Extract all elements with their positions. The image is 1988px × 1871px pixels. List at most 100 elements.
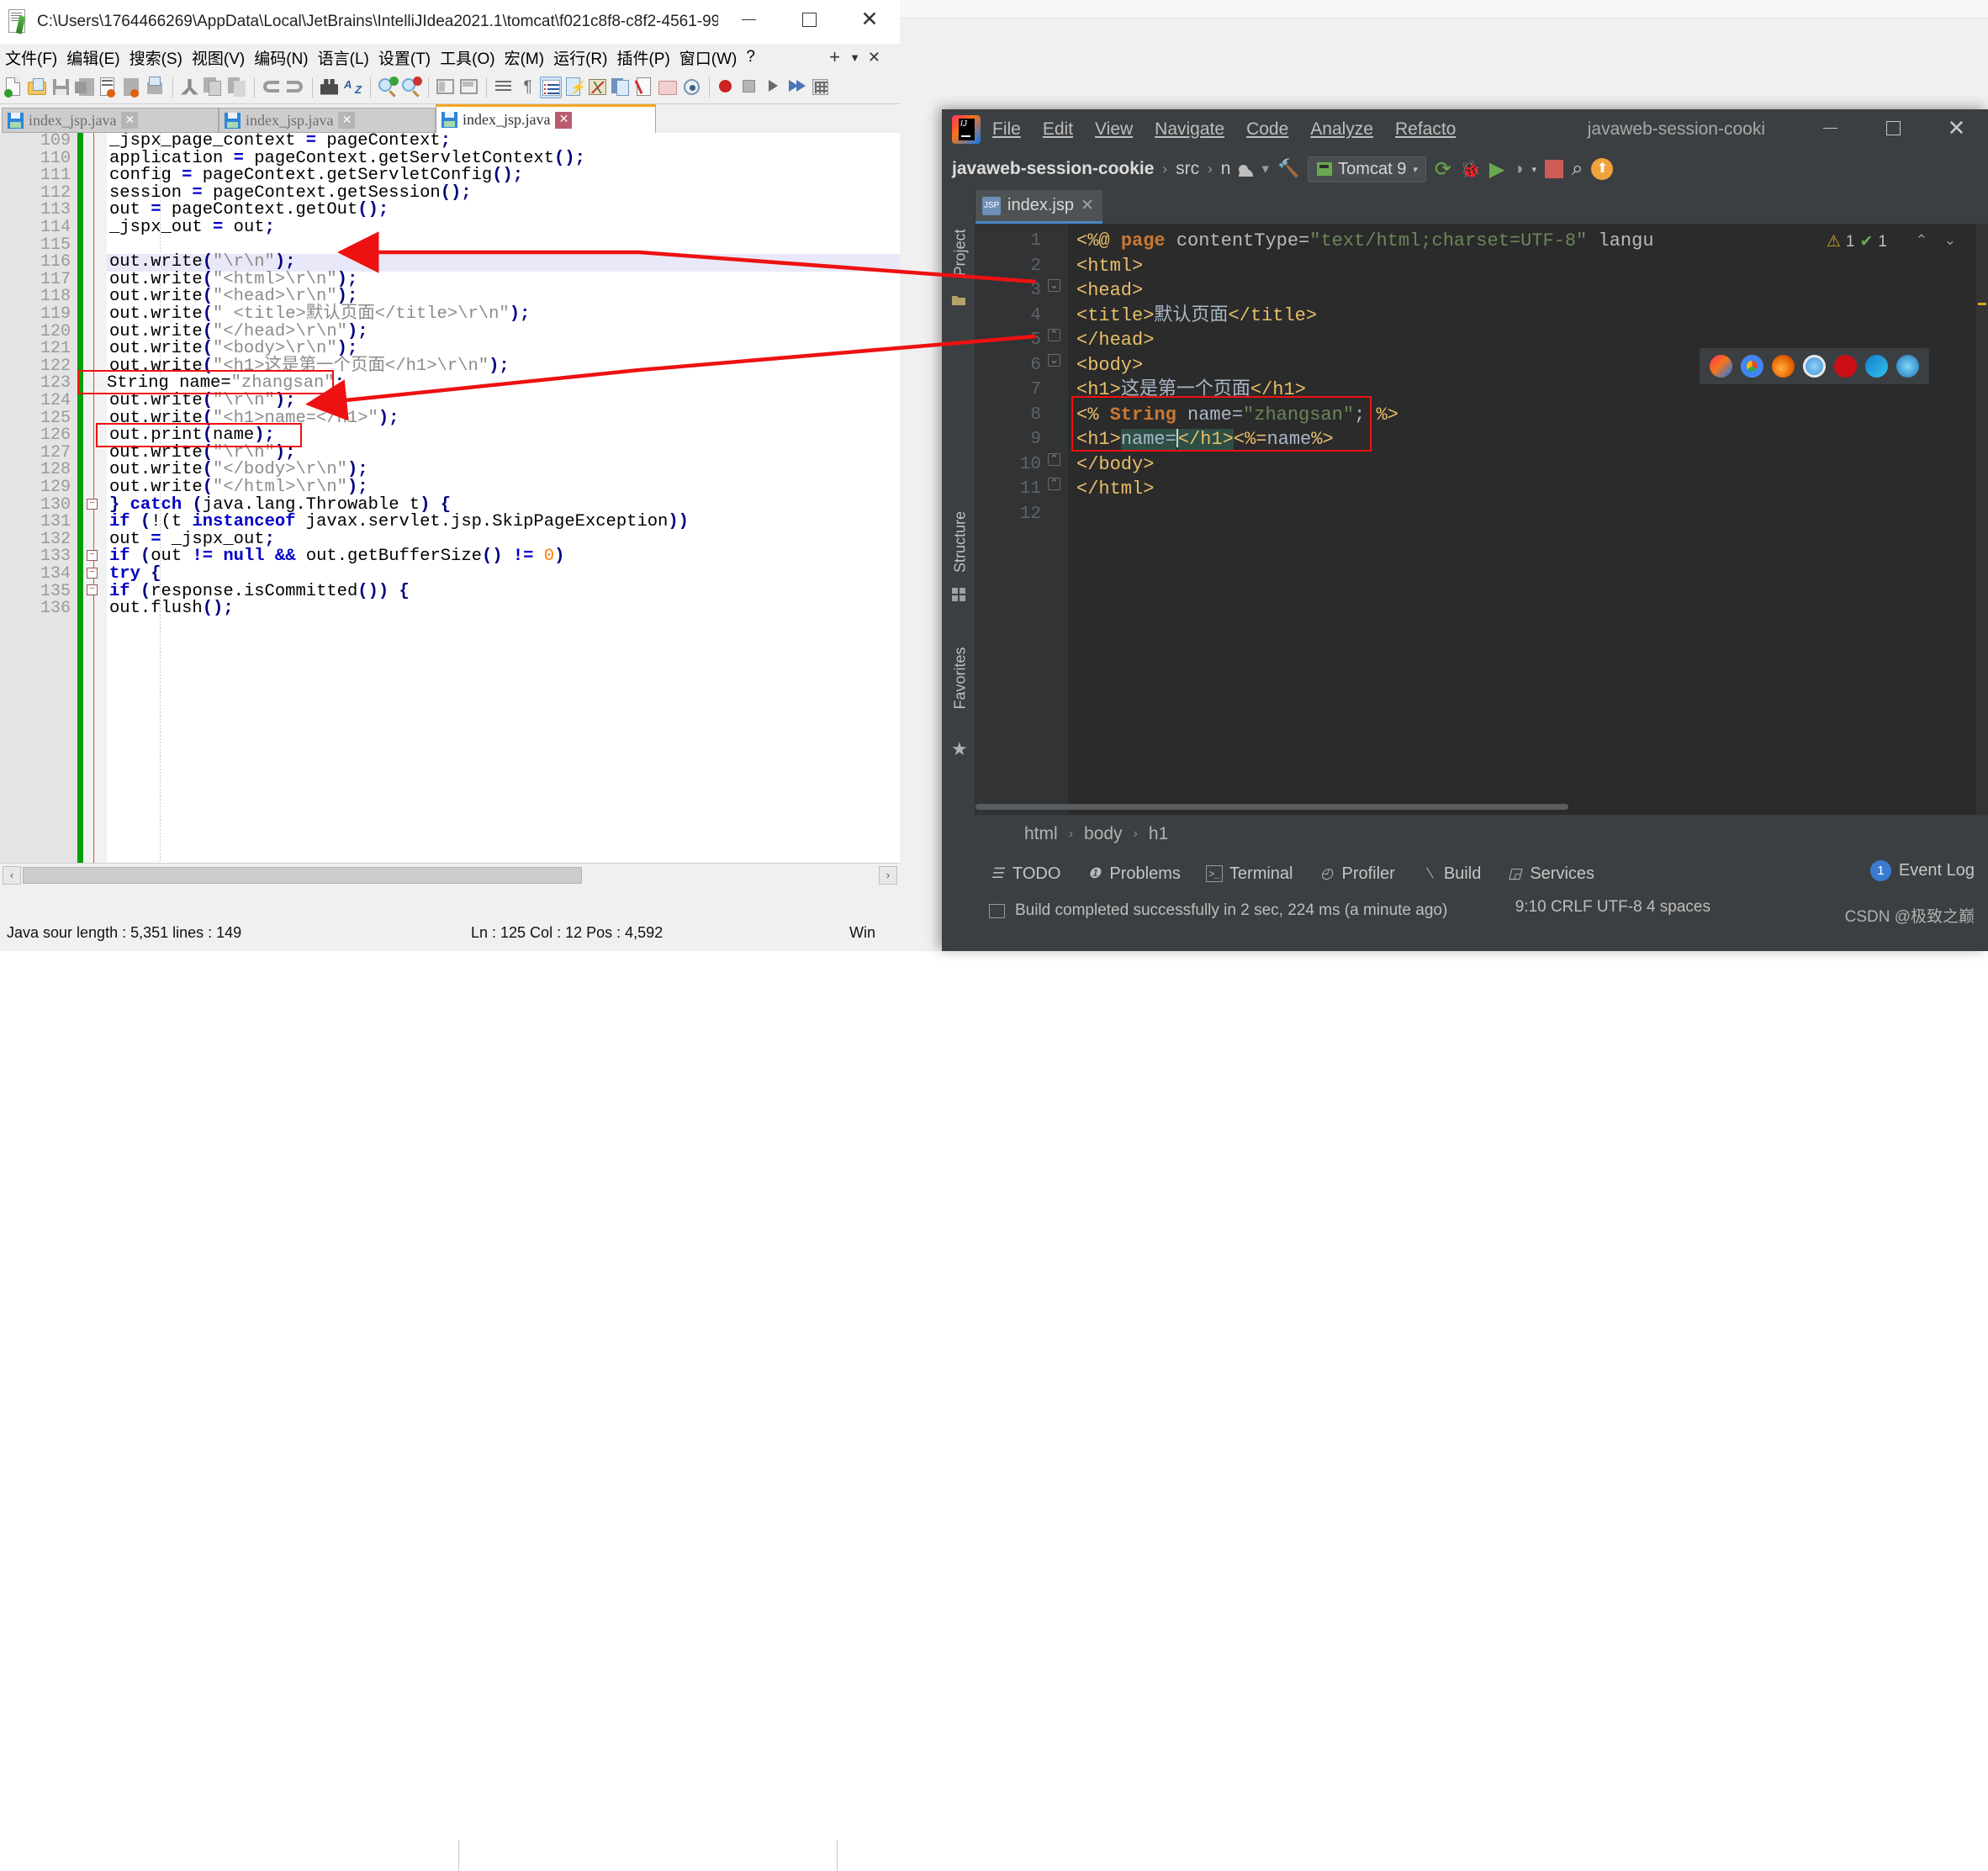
fold-toggle[interactable]: ⌃ bbox=[1048, 329, 1060, 341]
intellij-editor-tab-bar[interactable]: JSP index.jsp ✕ bbox=[975, 188, 1988, 224]
sidebar-item-project[interactable]: Project bbox=[952, 219, 970, 287]
notepadpp-tab-2[interactable]: index_jsp.java ✕ bbox=[219, 108, 436, 133]
chevron-down-icon[interactable]: ▾ bbox=[1261, 161, 1269, 177]
intellij-breadcrumb-bar[interactable]: html › body › h1 bbox=[975, 815, 1988, 854]
intellij-window-controls[interactable]: ✕ bbox=[1799, 109, 1988, 150]
opera-icon[interactable] bbox=[1834, 355, 1857, 378]
breadcrumb-html[interactable]: html bbox=[1024, 824, 1058, 844]
find-icon[interactable] bbox=[319, 77, 341, 98]
notepadpp-tab-bar[interactable]: index_jsp.java ✕ index_jsp.java ✕ index_… bbox=[0, 104, 900, 133]
chrome-icon[interactable] bbox=[1741, 355, 1763, 378]
inspection-widget[interactable]: ⚠ 1 ✔ 1 bbox=[1827, 232, 1887, 251]
intellij-menu-bar[interactable]: File Edit View Navigate Code Analyze Ref… bbox=[992, 119, 1456, 140]
close-icon[interactable]: ✕ bbox=[1081, 196, 1094, 215]
save-icon[interactable] bbox=[50, 77, 72, 98]
run-button[interactable]: ⟳ bbox=[1435, 157, 1451, 182]
word-wrap-icon[interactable] bbox=[493, 77, 515, 98]
menu-item-analyze[interactable]: Analyze bbox=[1310, 119, 1373, 140]
chevron-down-icon[interactable]: ⌄ bbox=[1944, 232, 1956, 249]
explorer-icon[interactable] bbox=[1896, 355, 1919, 378]
minimize-icon[interactable] bbox=[1799, 109, 1862, 146]
fold-toggle[interactable]: − bbox=[87, 499, 98, 510]
close-icon[interactable]: ✕ bbox=[121, 112, 139, 129]
update-project-icon[interactable]: ⬆ bbox=[1591, 158, 1614, 180]
menu-item-window[interactable]: 窗口(W) bbox=[679, 46, 738, 69]
close-doc-icon[interactable]: ✕ bbox=[868, 49, 880, 66]
menu-item-plugins[interactable]: 插件(P) bbox=[616, 46, 669, 69]
menu-item-settings[interactable]: 设置(T) bbox=[378, 46, 431, 69]
intellij-left-tool-rail[interactable]: Project Structure Favorites ★ bbox=[942, 188, 975, 815]
fold-toggle[interactable]: ⌃ bbox=[1048, 478, 1060, 490]
folder-as-workspace-icon[interactable] bbox=[658, 77, 679, 98]
fold-toggle[interactable]: − bbox=[87, 550, 98, 561]
macro-record-icon[interactable] bbox=[716, 77, 738, 98]
breadcrumb-src[interactable]: src bbox=[1176, 159, 1199, 179]
run-macro-icon[interactable]: ⚡ bbox=[563, 77, 585, 98]
safari-icon[interactable] bbox=[1803, 355, 1826, 378]
intellij-tool-window-bar[interactable]: ☰ TODO ❶ Problems >_ Terminal ◴ Profiler… bbox=[942, 854, 1988, 894]
horizontal-scrollbar[interactable]: ‹ › bbox=[0, 863, 900, 886]
avatar-icon[interactable] bbox=[1239, 162, 1254, 177]
print-icon[interactable] bbox=[145, 76, 167, 98]
scrollbar-thumb[interactable] bbox=[975, 804, 1568, 810]
open-in-browser-popup[interactable] bbox=[1700, 348, 1929, 384]
close-file-icon[interactable] bbox=[98, 77, 119, 98]
tool-window-profiler[interactable]: ◴ Profiler bbox=[1318, 864, 1395, 884]
menu-item-refactor[interactable]: Refacto bbox=[1395, 119, 1456, 140]
notepadpp-editor[interactable]: 109 _jspx_page_context = pageContext; 11… bbox=[0, 133, 900, 863]
map-icon[interactable] bbox=[587, 77, 609, 98]
clone-doc-icon[interactable] bbox=[611, 77, 632, 98]
menu-item-view[interactable]: 视图(V) bbox=[192, 46, 245, 69]
search-icon[interactable]: ⌕ bbox=[1572, 157, 1583, 181]
menu-item-run[interactable]: 运行(R) bbox=[553, 46, 607, 69]
save-all-icon[interactable] bbox=[74, 77, 96, 98]
chevron-up-icon[interactable]: ⌃ bbox=[1916, 232, 1927, 249]
build-hammer-icon[interactable]: 🔨 bbox=[1277, 159, 1299, 179]
tool-window-todo[interactable]: ☰ TODO bbox=[989, 864, 1060, 884]
menu-item-edit[interactable]: 编辑(E) bbox=[66, 46, 119, 69]
notepadpp-tab-3-active[interactable]: index_jsp.java ✕ bbox=[436, 104, 656, 133]
fold-toggle[interactable]: ⌄ bbox=[1048, 354, 1060, 367]
chevron-down-icon[interactable]: ▾ bbox=[1531, 164, 1536, 175]
menu-item-search[interactable]: 搜索(S) bbox=[130, 46, 182, 69]
menu-item-edit[interactable]: Edit bbox=[1043, 119, 1073, 140]
run-play-icon[interactable]: ▶ bbox=[1489, 157, 1504, 182]
sidebar-item-structure[interactable]: Structure bbox=[952, 509, 970, 576]
notepadpp-toolbar[interactable]: ¶ ⚡ bbox=[0, 71, 900, 104]
breadcrumb-file[interactable]: n bbox=[1221, 159, 1231, 179]
close-icon[interactable]: ✕ bbox=[555, 111, 573, 129]
scroll-right-icon[interactable]: › bbox=[879, 866, 897, 885]
event-log-widget[interactable]: 1 Event Log bbox=[1869, 860, 1975, 881]
macro-play-icon[interactable] bbox=[763, 77, 785, 98]
menu-item-view[interactable]: View bbox=[1095, 119, 1133, 140]
intellij-navigation-bar[interactable]: javaweb-session-cookie › src › n ▾ 🔨 Tom… bbox=[942, 150, 1988, 188]
scroll-left-icon[interactable]: ‹ bbox=[3, 866, 21, 885]
close-icon[interactable]: ✕ bbox=[1925, 109, 1988, 146]
menu-item-macro[interactable]: 宏(M) bbox=[505, 46, 544, 69]
fold-toggle[interactable]: − bbox=[87, 568, 98, 579]
coverage-icon[interactable]: ◑ bbox=[1513, 160, 1523, 179]
macro-stop-icon[interactable] bbox=[739, 77, 761, 98]
menu-item-code[interactable]: Code bbox=[1246, 119, 1288, 140]
sidebar-item-favorites[interactable]: Favorites bbox=[952, 645, 970, 712]
add-tab-button[interactable]: + bbox=[829, 46, 840, 68]
run-configuration-selector[interactable]: Tomcat 9 ▾ bbox=[1308, 156, 1426, 182]
maximize-icon[interactable] bbox=[1862, 109, 1925, 146]
menu-item-file[interactable]: 文件(F) bbox=[5, 46, 57, 69]
copy-icon[interactable] bbox=[203, 77, 225, 98]
idea-icon[interactable] bbox=[1710, 355, 1732, 378]
sync-horizontal-icon[interactable] bbox=[458, 77, 480, 98]
notepadpp-tab-1[interactable]: index_jsp.java ✕ bbox=[2, 108, 219, 133]
edge-icon[interactable] bbox=[1865, 355, 1888, 378]
firefox-icon[interactable] bbox=[1772, 355, 1795, 378]
redo-icon[interactable] bbox=[284, 77, 306, 98]
cut-icon[interactable] bbox=[179, 77, 201, 98]
scrollbar-thumb[interactable] bbox=[23, 867, 582, 884]
editor-horizontal-scrollbar[interactable] bbox=[975, 801, 1988, 812]
notepadpp-window-controls[interactable]: ✕ bbox=[718, 0, 900, 44]
menu-item-tools[interactable]: 工具(O) bbox=[440, 46, 494, 69]
indent-guide-icon[interactable] bbox=[540, 76, 562, 98]
editor-tab-index-jsp[interactable]: JSP index.jsp ✕ bbox=[975, 190, 1102, 224]
menu-item-help[interactable]: ? bbox=[746, 48, 755, 66]
structure-grid-icon[interactable] bbox=[951, 587, 966, 602]
